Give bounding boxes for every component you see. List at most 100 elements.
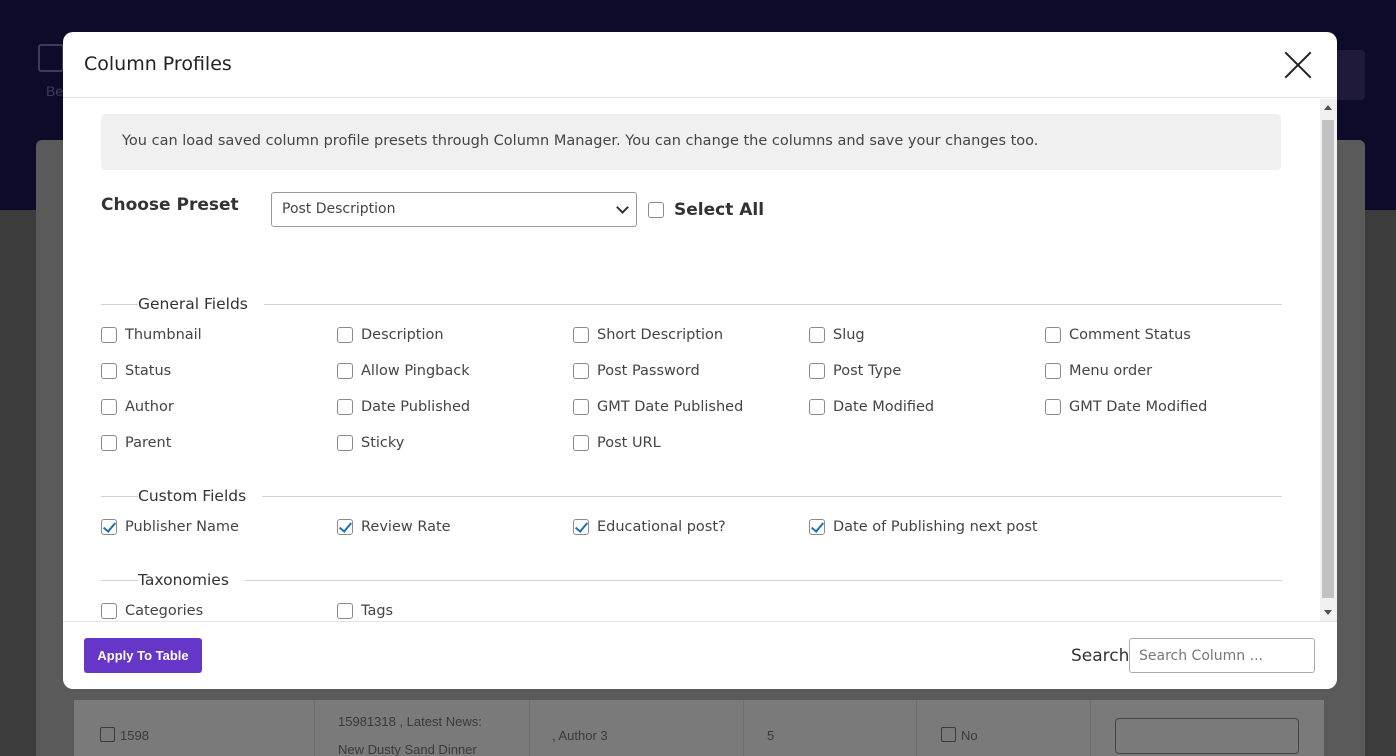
search-column-input[interactable] <box>1129 638 1315 673</box>
checkbox-box[interactable] <box>809 399 825 415</box>
scroll-down-arrow-icon[interactable] <box>1324 610 1332 615</box>
field-checkbox[interactable]: Date Modified <box>809 399 934 415</box>
field-label: Allow Pingback <box>361 363 470 379</box>
field-label: Publisher Name <box>125 519 239 535</box>
preset-select[interactable]: Post Description <box>271 192 637 227</box>
field-label: Comment Status <box>1069 327 1191 343</box>
field-checkbox[interactable]: GMT Date Modified <box>1045 399 1207 415</box>
checkbox-box[interactable] <box>101 603 117 619</box>
app-logo-icon <box>38 44 64 72</box>
field-label: GMT Date Published <box>597 399 744 415</box>
modal-header: Column Profiles <box>63 32 1337 98</box>
row-id: 1598 <box>120 728 149 743</box>
field-checkbox[interactable]: Comment Status <box>1045 327 1191 343</box>
checkbox-box[interactable] <box>337 435 353 451</box>
table-cell-divider <box>743 700 744 756</box>
checkbox-box[interactable] <box>809 363 825 379</box>
field-label: Author <box>125 399 174 415</box>
custom-fields-title: Custom Fields <box>138 487 263 505</box>
field-label: Parent <box>125 435 172 451</box>
checkbox-box[interactable] <box>101 363 117 379</box>
checkbox-box[interactable] <box>337 399 353 415</box>
scroll-up-arrow-icon[interactable] <box>1324 105 1332 110</box>
checkbox-box[interactable] <box>573 435 589 451</box>
taxonomies-header: Taxonomies <box>101 571 1282 591</box>
table-cell-divider <box>314 700 315 756</box>
field-label: Educational post? <box>597 519 726 535</box>
field-label: Status <box>125 363 172 379</box>
checkbox-box[interactable] <box>573 363 589 379</box>
checkbox-box[interactable] <box>809 519 825 535</box>
field-checkbox[interactable]: Date Published <box>337 399 470 415</box>
field-label: Short Description <box>597 327 724 343</box>
select-all-checkbox[interactable]: Select All <box>648 200 764 220</box>
field-checkbox[interactable]: Sticky <box>337 435 404 451</box>
checkbox-box[interactable] <box>101 519 117 535</box>
checkbox-box[interactable] <box>337 327 353 343</box>
scrollbar-thumb[interactable] <box>1322 120 1334 598</box>
close-icon[interactable] <box>1283 50 1313 80</box>
field-label: Post Type <box>833 363 902 379</box>
field-label: Post URL <box>597 435 661 451</box>
field-label: Date Published <box>361 399 471 415</box>
field-checkbox[interactable]: Post Type <box>809 363 901 379</box>
field-label: Slug <box>833 327 865 343</box>
checkbox-box[interactable] <box>337 519 353 535</box>
field-checkbox[interactable]: Allow Pingback <box>337 363 470 379</box>
field-label: Thumbnail <box>125 327 202 343</box>
field-label: Review Rate <box>361 519 451 535</box>
field-checkbox[interactable]: Parent <box>101 435 171 451</box>
general-fields-title: General Fields <box>138 295 264 313</box>
modal-title: Column Profiles <box>84 53 232 75</box>
field-checkbox[interactable]: Educational post? <box>573 519 726 535</box>
choose-preset-label: Choose Preset <box>101 195 239 215</box>
field-label: Date of Publishing next post <box>833 519 1038 535</box>
general-fields-header: General Fields <box>101 295 1282 315</box>
field-checkbox[interactable]: Menu order <box>1045 363 1152 379</box>
row-date-input <box>1115 718 1299 754</box>
field-checkbox[interactable]: Publisher Name <box>101 519 239 535</box>
checkbox-box[interactable] <box>101 399 117 415</box>
checkbox-box[interactable] <box>101 435 117 451</box>
table-cell-divider <box>916 700 917 756</box>
field-checkbox[interactable]: Author <box>101 399 174 415</box>
checkbox-box[interactable] <box>1045 363 1061 379</box>
row-title-line2: New Dusty Sand Dinner <box>338 742 477 756</box>
field-checkbox[interactable]: Post URL <box>573 435 661 451</box>
preset-select-value: Post Description <box>282 201 396 217</box>
checkbox-box[interactable] <box>101 327 117 343</box>
checkbox-box[interactable] <box>573 327 589 343</box>
table-cell-divider <box>1090 700 1091 756</box>
select-all-box[interactable] <box>648 202 664 218</box>
field-checkbox[interactable]: Post Password <box>573 363 700 379</box>
app-logo-text: Be <box>46 83 64 99</box>
checkbox-box[interactable] <box>1045 327 1061 343</box>
row-title-line1: 15981318 , Latest News: <box>338 714 482 729</box>
checkbox-box[interactable] <box>337 603 353 619</box>
checkbox-box[interactable] <box>573 399 589 415</box>
field-checkbox[interactable]: Review Rate <box>337 519 451 535</box>
modal-scrollbar[interactable] <box>1320 99 1337 621</box>
custom-fields-header: Custom Fields <box>101 487 1282 507</box>
checkbox-box[interactable] <box>809 327 825 343</box>
column-profiles-modal: Column Profiles You can load saved colum… <box>63 32 1337 689</box>
row-flag: No <box>961 728 978 743</box>
checkbox-box[interactable] <box>573 519 589 535</box>
field-checkbox[interactable]: Thumbnail <box>101 327 202 343</box>
checkbox-box[interactable] <box>337 363 353 379</box>
field-checkbox[interactable]: Tags <box>337 603 393 619</box>
select-all-label: Select All <box>674 200 765 220</box>
field-checkbox[interactable]: GMT Date Published <box>573 399 743 415</box>
modal-footer: Apply To Table Search <box>63 621 1337 689</box>
field-checkbox[interactable]: Categories <box>101 603 203 619</box>
field-checkbox[interactable]: Date of Publishing next post <box>809 519 1038 535</box>
apply-to-table-button[interactable]: Apply To Table <box>84 638 202 673</box>
field-checkbox[interactable]: Description <box>337 327 444 343</box>
modal-body: You can load saved column profile preset… <box>63 99 1337 621</box>
field-checkbox[interactable]: Status <box>101 363 171 379</box>
field-label: Description <box>361 327 444 343</box>
row-flag-checkbox <box>941 727 956 742</box>
field-checkbox[interactable]: Slug <box>809 327 865 343</box>
field-checkbox[interactable]: Short Description <box>573 327 723 343</box>
checkbox-box[interactable] <box>1045 399 1061 415</box>
